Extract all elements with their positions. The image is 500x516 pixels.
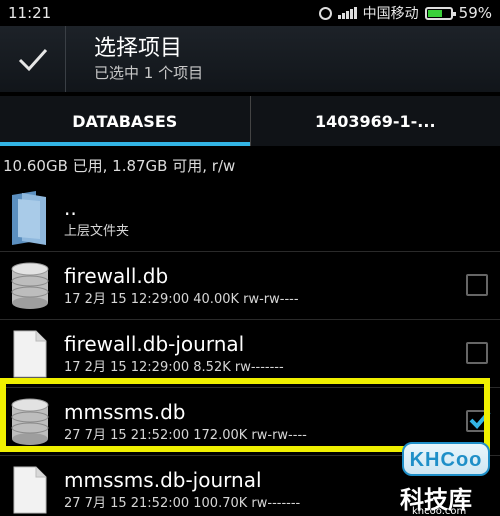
file-icon (0, 456, 60, 516)
file-meta: 17 2月 15 12:29:00 8.52K rw------- (64, 359, 284, 375)
file-meta: 17 2月 15 12:29:00 40.00K rw-rw---- (64, 291, 299, 307)
action-bar: 选择项目 已选中 1 个项目 (0, 26, 500, 92)
check-icon (18, 48, 47, 72)
watermark-logo: KHCoo (402, 442, 490, 476)
file-meta: 上层文件夹 (64, 223, 130, 239)
select-checkbox[interactable] (466, 274, 488, 296)
battery-icon (424, 6, 456, 20)
tab-databases[interactable]: DATABASES (0, 96, 251, 146)
battery-percent: 59% (458, 4, 492, 22)
file-name: firewall.db (64, 263, 169, 288)
database-icon (0, 252, 60, 320)
alarm-icon (318, 6, 332, 20)
watermark-logo-text: KHCoo (409, 449, 483, 471)
signal-icon (337, 7, 357, 19)
done-button[interactable] (0, 26, 66, 92)
tab-app-folder[interactable]: 1403969-1-... (251, 96, 500, 146)
file-name: firewall.db-journal (64, 331, 245, 356)
folder-icon (0, 184, 60, 252)
watermark-url: khcoo.com (412, 506, 467, 516)
file-name: .. (64, 195, 77, 220)
list-item-firewall-db[interactable]: firewall.db 17 2月 15 12:29:00 40.00K rw-… (0, 252, 500, 320)
selection-count: 已选中 1 个项目 (94, 64, 204, 82)
carrier-name: 中国移动 (362, 6, 419, 22)
watermark: KHCoo 科技库 khcoo.com (392, 440, 500, 516)
storage-info: 10.60GB 已用, 1.87GB 可用, r/w (3, 157, 236, 175)
selection-titles: 选择项目 已选中 1 个项目 (66, 35, 203, 83)
select-checkbox[interactable] (466, 342, 488, 364)
tab-bar: DATABASES 1403969-1-... (0, 96, 500, 146)
status-right: 中国移动 59% (318, 3, 492, 23)
status-time: 11:21 (8, 4, 52, 22)
list-item-parent-folder[interactable]: .. 上层文件夹 (0, 184, 500, 252)
status-bar: 11:21 中国移动 59% (0, 0, 500, 26)
page-title: 选择项目 (94, 36, 183, 61)
